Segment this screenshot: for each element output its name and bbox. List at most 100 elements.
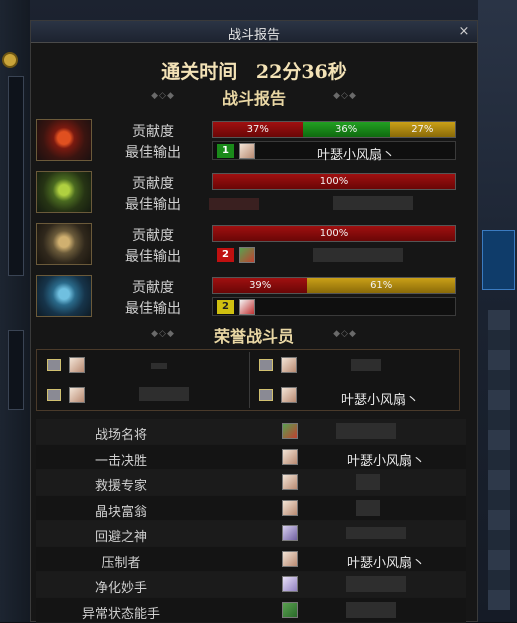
player-avatar xyxy=(282,576,298,592)
best-output-row xyxy=(212,193,456,212)
contribution-segment: 27% xyxy=(390,122,455,137)
honor-members-panel: 叶瑟小风扇丶 xyxy=(36,349,460,411)
boss-row: 贡献度 最佳输出 37%36%27% 1 叶瑟小风扇丶 xyxy=(36,119,460,165)
boss-portrait-fire xyxy=(36,119,92,161)
contribution-segment: 61% xyxy=(307,278,455,293)
censored-block xyxy=(356,474,380,490)
report-section-title: 战斗报告 xyxy=(222,89,286,108)
ornament-right-icon: ◆◇◆ xyxy=(323,329,367,339)
boss-portrait-ice xyxy=(36,275,92,317)
contribution-segment: 36% xyxy=(303,122,390,137)
award-row[interactable]: 一击决胜 叶瑟小风扇丶 xyxy=(36,445,466,471)
medal-icon xyxy=(259,359,273,371)
contribution-segment: 37% xyxy=(213,122,303,137)
censored-block xyxy=(346,527,406,539)
player-avatar xyxy=(239,247,255,263)
boss-row: 贡献度 最佳输出 100% 2 xyxy=(36,223,460,269)
battle-report-window: 战斗报告 × 通关时间 22分36秒 ◆◇◆ 战斗报告 ◆◇◆ 贡献度 最佳输出… xyxy=(30,20,478,622)
contribution-bar: 37%36%27% xyxy=(212,121,456,138)
player-avatar xyxy=(281,357,297,373)
clear-time: 通关时间 22分36秒 xyxy=(31,43,477,85)
player-avatar xyxy=(282,474,298,490)
contribution-bar: 39%61% xyxy=(212,277,456,294)
ornament-left-icon: ◆◇◆ xyxy=(141,329,185,339)
honor-member[interactable] xyxy=(251,353,461,379)
right-scenery xyxy=(478,0,517,622)
ornament-left-icon: ◆◇◆ xyxy=(141,91,185,101)
award-name: 净化妙手 xyxy=(36,577,206,596)
contribution-label: 贡献度 xyxy=(98,277,208,297)
rank-badge-icon: 2 xyxy=(217,300,234,314)
hud-panel xyxy=(8,76,24,276)
ornament-right-icon: ◆◇◆ xyxy=(323,91,367,101)
award-row[interactable]: 净化妙手 xyxy=(36,572,466,598)
censored-block xyxy=(346,576,406,592)
censored-block xyxy=(313,248,403,262)
contribution-label: 贡献度 xyxy=(98,121,208,141)
best-output-row: 2 xyxy=(212,245,456,264)
contribution-segment: 100% xyxy=(213,174,455,189)
close-icon[interactable]: × xyxy=(457,24,471,39)
censored-block xyxy=(333,196,413,210)
contribution-label: 贡献度 xyxy=(98,173,208,193)
player-avatar xyxy=(69,357,85,373)
rank-badge-icon: 1 xyxy=(217,144,234,158)
monitor-screen xyxy=(482,230,515,290)
award-name: 压制者 xyxy=(36,552,206,571)
player-avatar xyxy=(282,449,298,465)
boss-portrait-earth xyxy=(36,223,92,265)
boss-row: 贡献度 最佳输出 100% xyxy=(36,171,460,217)
censored-block xyxy=(356,500,380,516)
clear-time-label: 通关时间 xyxy=(161,61,237,83)
censored-block xyxy=(151,363,167,369)
censored-block xyxy=(139,387,189,401)
player-name: 叶瑟小风扇丶 xyxy=(306,552,466,571)
award-row[interactable]: 救援专家 xyxy=(36,470,466,496)
player-avatar xyxy=(282,525,298,541)
contribution-bar: 100% xyxy=(212,225,456,242)
award-name: 异常状态能手 xyxy=(36,603,206,622)
hud-gear-icon[interactable] xyxy=(2,52,18,68)
player-name: 叶瑟小风扇丶 xyxy=(261,144,451,163)
best-output-label: 最佳输出 xyxy=(98,142,208,162)
player-name: 叶瑟小风扇丶 xyxy=(306,450,466,469)
window-title: 战斗报告 xyxy=(31,24,477,43)
censored-block xyxy=(346,602,396,618)
title-awards-list: 战场名将 一击决胜 叶瑟小风扇丶 救援专家 晶块富翁 回避之神 xyxy=(36,419,466,623)
best-output-row: 1 叶瑟小风扇丶 xyxy=(212,141,456,160)
left-hud xyxy=(0,0,30,622)
boss-row: 贡献度 最佳输出 39%61% 2 xyxy=(36,275,460,321)
censored-block xyxy=(336,423,396,439)
clear-time-value: 22分36秒 xyxy=(256,61,347,83)
rank-badge-icon: 2 xyxy=(217,248,234,262)
report-section-header: ◆◇◆ 战斗报告 ◆◇◆ xyxy=(31,85,477,107)
player-avatar xyxy=(69,387,85,403)
contribution-segment: 39% xyxy=(213,278,307,293)
divider xyxy=(249,352,250,408)
medal-icon xyxy=(47,359,61,371)
player-name: 叶瑟小风扇丶 xyxy=(303,389,457,408)
award-name: 救援专家 xyxy=(36,475,206,494)
window-titlebar[interactable]: 战斗报告 × xyxy=(31,21,477,43)
contribution-label: 贡献度 xyxy=(98,225,208,245)
best-output-label: 最佳输出 xyxy=(98,194,208,214)
honor-member[interactable] xyxy=(39,383,249,409)
award-row[interactable]: 战场名将 xyxy=(36,419,466,445)
award-row[interactable]: 回避之神 xyxy=(36,521,466,547)
honor-member[interactable] xyxy=(39,353,249,379)
player-avatar xyxy=(281,387,297,403)
award-row[interactable]: 异常状态能手 xyxy=(36,598,466,623)
contribution-bar: 100% xyxy=(212,173,456,190)
hud-panel-lower xyxy=(8,330,24,410)
best-output-label: 最佳输出 xyxy=(98,246,208,266)
player-avatar xyxy=(282,602,298,618)
honor-member[interactable]: 叶瑟小风扇丶 xyxy=(251,383,461,409)
honor-section-title: 荣誉战斗员 xyxy=(214,327,294,346)
player-avatar xyxy=(282,551,298,567)
boss-portrait-nature xyxy=(36,171,92,213)
contribution-segment: 100% xyxy=(213,226,455,241)
award-name: 一击决胜 xyxy=(36,450,206,469)
award-row[interactable]: 晶块富翁 xyxy=(36,496,466,522)
best-output-label: 最佳输出 xyxy=(98,298,208,318)
award-row[interactable]: 压制者 叶瑟小风扇丶 xyxy=(36,547,466,573)
